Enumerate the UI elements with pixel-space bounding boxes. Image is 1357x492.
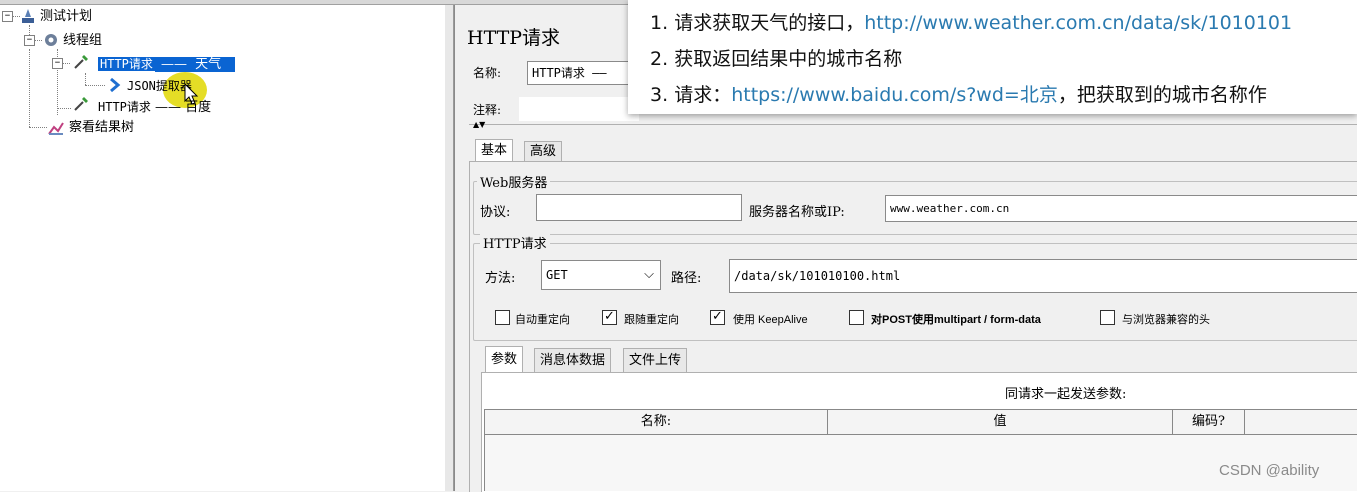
gear-icon bbox=[45, 34, 57, 46]
column-header-name[interactable]: 名称: bbox=[485, 410, 828, 434]
column-header-value[interactable]: 值 bbox=[828, 410, 1173, 434]
instructions-overlay: 1. 请求获取天气的接口，http://www.weather.com.cn/d… bbox=[628, 0, 1357, 114]
tree-node-view-results-tree[interactable]: 察看结果树 bbox=[69, 119, 134, 137]
chart-icon bbox=[48, 122, 64, 135]
checkbox-browser-compatible[interactable] bbox=[1100, 310, 1115, 325]
path-label: 路径: bbox=[671, 271, 702, 286]
instruction-step-1: 1. 请求获取天气的接口，http://www.weather.com.cn/d… bbox=[650, 12, 1293, 34]
protocol-field[interactable] bbox=[536, 194, 742, 221]
split-pane-divider[interactable] bbox=[445, 5, 454, 491]
test-plan-tree: − 测试计划 − 线程组 − HTTP请求 —— 天气 JSON提取器 HTTP… bbox=[0, 5, 446, 491]
checkbox-label: 对POST使用multipart / form-data bbox=[871, 314, 1041, 326]
instruction-step-2: 2. 获取返回结果中的城市名称 bbox=[650, 48, 903, 70]
checkbox-label: 跟随重定向 bbox=[624, 314, 679, 326]
checkbox-label: 与浏览器兼容的头 bbox=[1122, 314, 1210, 326]
params-caption: 同请求一起发送参数: bbox=[1005, 387, 1127, 402]
method-label: 方法: bbox=[485, 271, 516, 286]
watermark: CSDN @ability bbox=[1219, 462, 1320, 479]
tab-file-upload[interactable]: 文件上传 bbox=[623, 348, 688, 372]
test-plan-icon bbox=[22, 9, 34, 23]
checkbox-label: 自动重定向 bbox=[515, 314, 570, 326]
path-field[interactable]: /data/sk/101010100.html bbox=[729, 259, 1357, 293]
parameters-table-header: 名称: 值 编码? bbox=[484, 409, 1357, 435]
tree-node-thread-group[interactable]: 线程组 bbox=[63, 32, 102, 50]
checkbox-multipart[interactable] bbox=[849, 310, 864, 325]
web-server-group-title: Web服务器 bbox=[477, 172, 551, 191]
chevron-down-icon: ⌵ bbox=[644, 267, 654, 282]
tree-node-test-plan[interactable]: 测试计划 bbox=[40, 8, 92, 26]
collapse-arrows-icon[interactable]: ▲▼ bbox=[473, 121, 485, 129]
instruction-step-3: 3. 请求：https://www.baidu.com/s?wd=北京，把获取到… bbox=[650, 84, 1267, 106]
tree-node-http-request-baidu[interactable]: HTTP请求 —— 百度 bbox=[98, 98, 211, 116]
name-label: 名称: bbox=[473, 66, 502, 80]
tab-body-data[interactable]: 消息体数据 bbox=[534, 348, 612, 372]
checkbox-label: 使用 KeepAlive bbox=[733, 314, 808, 326]
arrow-right-icon bbox=[110, 77, 121, 93]
server-label: 服务器名称或IP: bbox=[749, 205, 845, 220]
pipette-icon bbox=[74, 55, 88, 69]
comment-label: 注释: bbox=[473, 103, 502, 117]
checkbox-follow-redirect[interactable]: ✓ bbox=[602, 310, 617, 325]
tree-node-json-extractor[interactable]: JSON提取器 bbox=[127, 77, 192, 95]
baidu-search-link[interactable]: https://www.baidu.com/s?wd=北京 bbox=[731, 84, 1058, 106]
divider bbox=[469, 124, 1357, 125]
tab-advanced[interactable]: 高级 bbox=[524, 141, 563, 161]
server-field[interactable]: www.weather.com.cn bbox=[885, 195, 1357, 222]
weather-api-link[interactable]: http://www.weather.com.cn/data/sk/101010… bbox=[864, 12, 1292, 34]
checkbox-auto-redirect[interactable] bbox=[495, 310, 510, 325]
tree-node-http-request-weather[interactable]: HTTP请求 —— 天气 bbox=[98, 55, 236, 73]
tab-parameters[interactable]: 参数 bbox=[485, 346, 524, 372]
method-select[interactable]: GET ⌵ bbox=[541, 260, 661, 290]
http-request-group-title: HTTP请求 bbox=[480, 233, 550, 252]
protocol-label: 协议: bbox=[480, 205, 511, 220]
checkbox-keepalive[interactable]: ✓ bbox=[710, 310, 725, 325]
comment-field[interactable] bbox=[519, 97, 639, 121]
tab-basic[interactable]: 基本 bbox=[475, 139, 514, 161]
column-header-encode[interactable]: 编码? bbox=[1173, 410, 1245, 434]
page-title: HTTP请求 bbox=[467, 27, 561, 49]
pipette-icon bbox=[74, 97, 88, 111]
